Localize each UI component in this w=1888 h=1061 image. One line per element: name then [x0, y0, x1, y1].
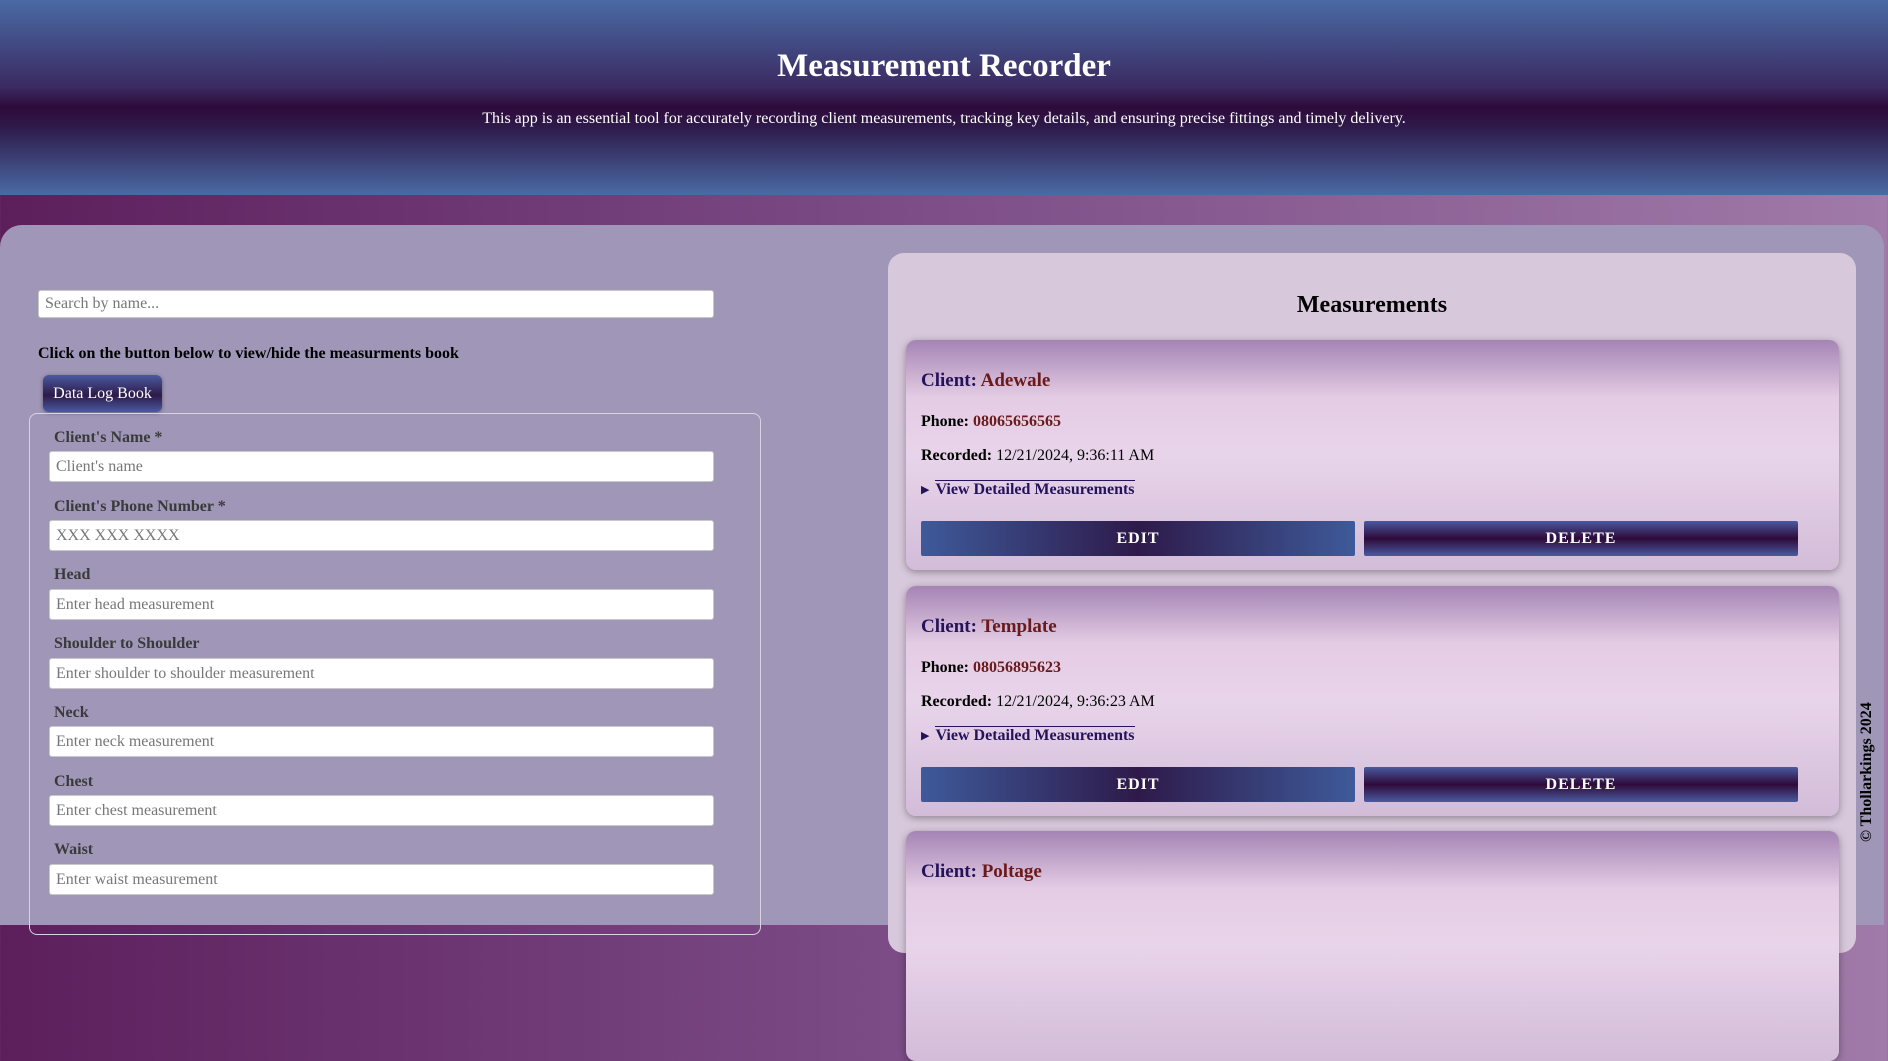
page-subtitle: This app is an essential tool for accura… — [482, 110, 1406, 127]
client-name: Client: Adewale — [921, 370, 1051, 391]
measurements-title: Measurements — [1296, 292, 1448, 318]
page-title: Measurement Recorder — [777, 48, 1111, 84]
delete-button[interactable]: DELETE — [1364, 767, 1798, 802]
client-phone: Phone: 08056895623 — [921, 659, 1061, 676]
client-phone-label: Client's Phone Number * — [54, 498, 226, 515]
client-card: Client: Poltage — [906, 831, 1839, 1061]
client-card: Client: Adewale Phone: 08065656565 Recor… — [906, 340, 1839, 570]
caret-right-icon: ▶ — [921, 484, 930, 496]
client-phone-input[interactable] — [49, 520, 714, 551]
edit-button[interactable]: EDIT — [921, 767, 1355, 802]
neck-input[interactable] — [49, 726, 714, 757]
client-name-label: Client's Name * — [54, 429, 163, 446]
delete-button[interactable]: DELETE — [1364, 521, 1798, 556]
client-phone: Phone: 08065656565 — [921, 413, 1061, 430]
caret-right-icon: ▶ — [921, 730, 930, 742]
waist-input[interactable] — [49, 864, 714, 895]
app-header: Measurement Recorder This app is an esse… — [0, 0, 1888, 195]
shoulder-input[interactable] — [49, 658, 714, 689]
chest-label: Chest — [54, 773, 94, 790]
edit-button[interactable]: EDIT — [921, 521, 1355, 556]
chest-input[interactable] — [49, 795, 714, 826]
view-details-toggle[interactable]: ▶ View Detailed Measurements — [921, 726, 1135, 745]
head-label: Head — [54, 566, 91, 583]
client-name: Client: Template — [921, 616, 1057, 637]
data-log-book-button[interactable]: Data Log Book — [43, 375, 162, 412]
search-input[interactable] — [38, 290, 714, 318]
view-details-toggle[interactable]: ▶ View Detailed Measurements — [921, 480, 1135, 499]
shoulder-label: Shoulder to Shoulder — [54, 635, 200, 652]
client-name: Client: Poltage — [921, 861, 1042, 882]
copyright-text: © Thollarkings 2024 — [1858, 702, 1875, 842]
recorded-time: Recorded: 12/21/2024, 9:36:23 AM — [921, 693, 1155, 710]
recorded-time: Recorded: 12/21/2024, 9:36:11 AM — [921, 447, 1155, 464]
neck-label: Neck — [54, 704, 89, 721]
head-input[interactable] — [49, 589, 714, 620]
client-card: Client: Template Phone: 08056895623 Reco… — [906, 586, 1839, 816]
toggle-instruction: Click on the button below to view/hide t… — [38, 345, 459, 362]
waist-label: Waist — [54, 841, 94, 858]
client-name-input[interactable] — [49, 451, 714, 482]
